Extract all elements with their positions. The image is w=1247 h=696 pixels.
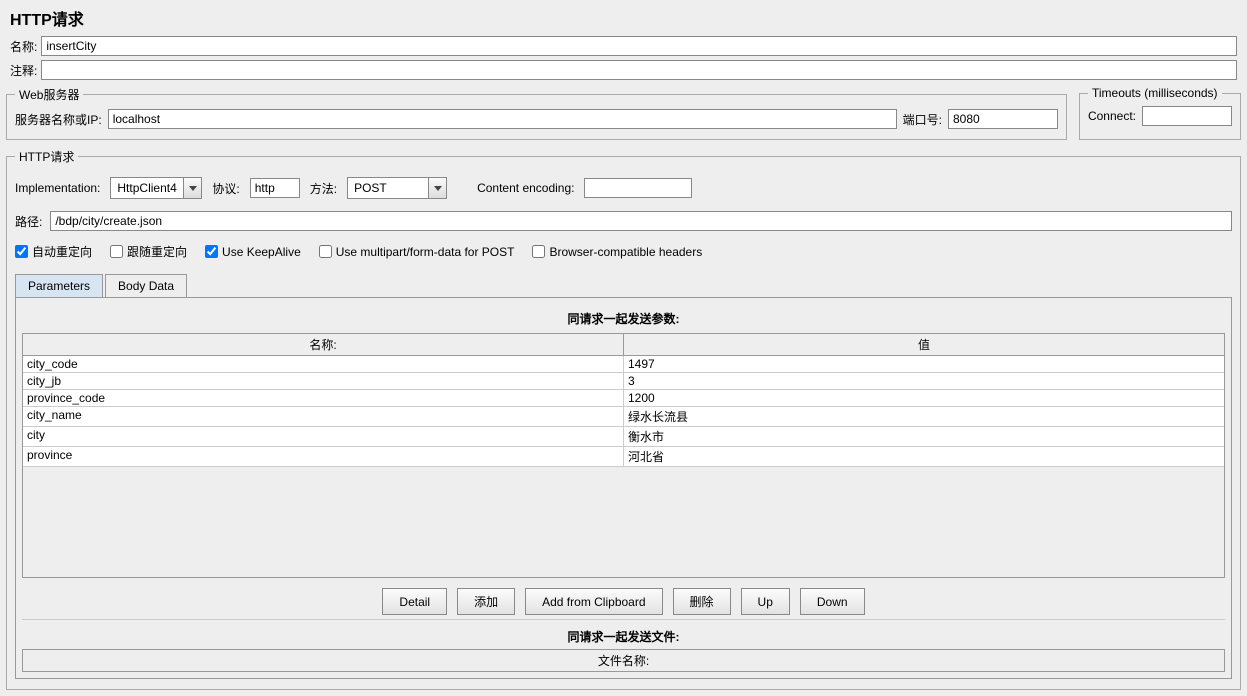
- header-name[interactable]: 名称:: [23, 334, 624, 355]
- table-row[interactable]: province_code1200: [23, 390, 1224, 407]
- encoding-input[interactable]: [584, 178, 692, 198]
- encoding-label: Content encoding:: [477, 181, 574, 195]
- method-label: 方法:: [310, 180, 337, 197]
- add-clipboard-button[interactable]: Add from Clipboard: [525, 588, 662, 615]
- files-title: 同请求一起发送文件:: [22, 619, 1225, 649]
- files-header: 文件名称:: [22, 649, 1225, 672]
- param-value-cell[interactable]: 河北省: [624, 447, 1224, 466]
- name-input[interactable]: [41, 36, 1237, 56]
- comment-input[interactable]: [41, 60, 1237, 80]
- follow-redirect-checkbox[interactable]: 跟随重定向: [110, 243, 187, 260]
- implementation-select[interactable]: HttpClient4: [110, 177, 202, 199]
- web-server-legend: Web服务器: [15, 86, 83, 103]
- port-label: 端口号:: [903, 111, 942, 128]
- path-input[interactable]: [50, 211, 1232, 231]
- keepalive-checkbox[interactable]: Use KeepAlive: [205, 245, 301, 259]
- timeouts-fieldset: Timeouts (milliseconds) Connect:: [1079, 86, 1241, 140]
- server-label: 服务器名称或IP:: [15, 111, 102, 128]
- tab-parameters[interactable]: Parameters: [15, 274, 103, 297]
- name-label: 名称:: [10, 38, 37, 55]
- server-input[interactable]: [108, 109, 897, 129]
- impl-label: Implementation:: [15, 181, 100, 195]
- param-value-cell[interactable]: 3: [624, 373, 1224, 389]
- table-row[interactable]: province河北省: [23, 447, 1224, 467]
- param-name-cell[interactable]: province_code: [23, 390, 624, 406]
- connect-input[interactable]: [1142, 106, 1232, 126]
- path-label: 路径:: [15, 213, 42, 230]
- param-name-cell[interactable]: city_jb: [23, 373, 624, 389]
- protocol-label: 协议:: [212, 180, 239, 197]
- param-name-cell[interactable]: city_name: [23, 407, 624, 426]
- chevron-down-icon: [428, 178, 446, 198]
- params-title: 同请求一起发送参数:: [22, 304, 1225, 333]
- multipart-checkbox[interactable]: Use multipart/form-data for POST: [319, 245, 515, 259]
- table-empty-area[interactable]: [23, 467, 1224, 577]
- table-row[interactable]: city衡水市: [23, 427, 1224, 447]
- method-select[interactable]: POST: [347, 177, 447, 199]
- auto-redirect-checkbox[interactable]: 自动重定向: [15, 243, 92, 260]
- files-header-filename[interactable]: 文件名称:: [23, 650, 1224, 671]
- param-name-cell[interactable]: province: [23, 447, 624, 466]
- table-row[interactable]: city_code1497: [23, 356, 1224, 373]
- browser-compat-checkbox[interactable]: Browser-compatible headers: [532, 245, 702, 259]
- table-row[interactable]: city_jb3: [23, 373, 1224, 390]
- comment-label: 注释:: [10, 62, 37, 79]
- http-request-legend: HTTP请求: [15, 148, 78, 165]
- detail-button[interactable]: Detail: [382, 588, 447, 615]
- param-name-cell[interactable]: city: [23, 427, 624, 446]
- up-button[interactable]: Up: [741, 588, 790, 615]
- param-value-cell[interactable]: 衡水市: [624, 427, 1224, 446]
- port-input[interactable]: [948, 109, 1058, 129]
- tab-body-data[interactable]: Body Data: [105, 274, 187, 297]
- delete-button[interactable]: 删除: [673, 588, 731, 615]
- param-value-cell[interactable]: 1200: [624, 390, 1224, 406]
- params-table: 名称: 值 city_code1497city_jb3province_code…: [22, 333, 1225, 578]
- param-name-cell[interactable]: city_code: [23, 356, 624, 372]
- connect-label: Connect:: [1088, 109, 1136, 123]
- param-value-cell[interactable]: 绿水长流县: [624, 407, 1224, 426]
- header-value[interactable]: 值: [624, 334, 1224, 355]
- down-button[interactable]: Down: [800, 588, 865, 615]
- add-button[interactable]: 添加: [457, 588, 515, 615]
- param-value-cell[interactable]: 1497: [624, 356, 1224, 372]
- protocol-input[interactable]: [250, 178, 300, 198]
- table-row[interactable]: city_name绿水长流县: [23, 407, 1224, 427]
- http-request-fieldset: HTTP请求 Implementation: HttpClient4 协议: 方…: [6, 148, 1241, 690]
- timeouts-legend: Timeouts (milliseconds): [1088, 86, 1222, 100]
- web-server-fieldset: Web服务器 服务器名称或IP: 端口号:: [6, 86, 1067, 140]
- page-title: HTTP请求: [2, 2, 1245, 34]
- chevron-down-icon: [183, 178, 201, 198]
